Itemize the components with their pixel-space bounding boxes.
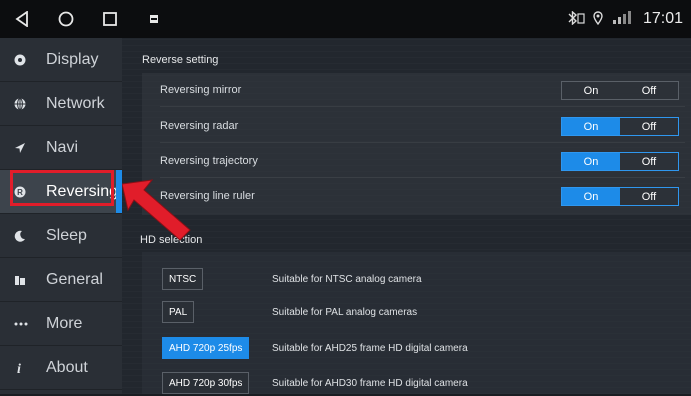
sidebar-item-network[interactable]: Network [0, 82, 122, 126]
sidebar-item-label: General [46, 270, 103, 288]
toggle-on-option[interactable]: On [562, 118, 620, 135]
sidebar-item-reversing[interactable]: R Reversing [0, 170, 122, 214]
main-content: Reverse setting Reversing mirror On Off … [122, 38, 691, 394]
globe-icon [14, 97, 42, 110]
hd-option-button[interactable]: AHD 720p 25fps [162, 337, 250, 359]
hd-option-ntsc: NTSC Suitable for NTSC analog camera [162, 266, 422, 292]
setting-label: Reversing radar [160, 120, 239, 132]
sidebar-item-label: More [46, 314, 83, 332]
status-bar: 17:01 [0, 0, 691, 38]
toggle-off-option[interactable]: Off [620, 153, 678, 170]
divider [160, 106, 685, 107]
back-icon[interactable] [0, 0, 44, 38]
reversing-mirror-toggle[interactable]: On Off [561, 81, 679, 100]
bluetooth-icon [567, 9, 585, 28]
divider [160, 142, 685, 143]
toggle-on-option[interactable]: On [562, 153, 620, 170]
info-i-icon: i [14, 361, 42, 375]
general-icon [14, 274, 42, 286]
sidebar-item-label: Sleep [46, 226, 87, 244]
reverse-settings-panel: Reversing mirror On Off Reversing radar … [142, 73, 691, 215]
svg-text:R: R [17, 188, 23, 197]
toggle-off-option[interactable]: Off [620, 82, 678, 99]
setting-row-reversing-trajectory: Reversing trajectory On Off [160, 144, 685, 178]
reverse-r-icon: R [14, 186, 42, 198]
setting-label: Reversing mirror [160, 84, 242, 96]
more-dots-icon [14, 318, 42, 330]
location-icon [593, 10, 603, 28]
sidebar-item-label: Network [46, 94, 105, 112]
toggle-on-option[interactable]: On [562, 82, 620, 99]
hd-option-ahd-30: AHD 720p 30fps Suitable for AHD30 frame … [162, 370, 468, 396]
reversing-line-ruler-toggle[interactable]: On Off [561, 187, 679, 206]
moon-icon [14, 230, 42, 242]
settings-sidebar: Display Network Navi R Reversing Sleep G… [0, 38, 122, 394]
divider [160, 177, 685, 178]
sidebar-item-label: About [46, 358, 88, 376]
reversing-trajectory-toggle[interactable]: On Off [561, 152, 679, 171]
sidebar-item-about[interactable]: i About [0, 346, 122, 390]
hd-option-button[interactable]: AHD 720p 30fps [162, 372, 250, 394]
app-icon[interactable] [132, 0, 176, 38]
section-title-hd: HD selection [140, 234, 203, 246]
toggle-off-option[interactable]: Off [620, 188, 678, 205]
display-icon [14, 54, 42, 66]
toggle-on-option[interactable]: On [562, 188, 620, 205]
sidebar-item-navi[interactable]: Navi [0, 126, 122, 170]
sidebar-item-label: Display [46, 50, 99, 68]
hd-option-ahd-25: AHD 720p 25fps Suitable for AHD25 frame … [162, 335, 468, 361]
recents-icon[interactable] [88, 0, 132, 38]
navigation-arrow-icon [14, 142, 42, 154]
hd-option-description: Suitable for AHD30 frame HD digital came… [272, 377, 468, 389]
hd-option-button[interactable]: PAL [162, 301, 195, 323]
setting-label: Reversing trajectory [160, 155, 258, 167]
sidebar-item-label: Navi [46, 138, 79, 156]
section-title-reverse: Reverse setting [142, 54, 219, 66]
setting-label: Reversing line ruler [160, 190, 255, 202]
setting-row-reversing-line-ruler: Reversing line ruler On Off [160, 179, 685, 213]
hd-option-pal: PAL Suitable for PAL analog cameras [162, 299, 417, 325]
hd-option-description: Suitable for PAL analog cameras [272, 306, 418, 318]
reversing-radar-toggle[interactable]: On Off [561, 117, 679, 136]
clock: 17:01 [642, 10, 683, 27]
setting-row-reversing-mirror: Reversing mirror On Off [160, 73, 685, 107]
sidebar-item-sleep[interactable]: Sleep [0, 214, 122, 258]
signal-icon [611, 10, 635, 28]
sidebar-item-label: Reversing [46, 182, 119, 200]
sidebar-item-general[interactable]: General [0, 258, 122, 302]
home-icon[interactable] [44, 0, 88, 38]
svg-text:i: i [17, 362, 21, 375]
toggle-off-option[interactable]: Off [620, 118, 678, 135]
hd-option-button[interactable]: NTSC [162, 268, 204, 290]
hd-option-description: Suitable for NTSC analog camera [272, 273, 422, 285]
hd-option-description: Suitable for AHD25 frame HD digital came… [272, 342, 468, 354]
sidebar-item-more[interactable]: More [0, 302, 122, 346]
setting-row-reversing-radar: Reversing radar On Off [160, 109, 685, 143]
sidebar-item-display[interactable]: Display [0, 38, 122, 82]
